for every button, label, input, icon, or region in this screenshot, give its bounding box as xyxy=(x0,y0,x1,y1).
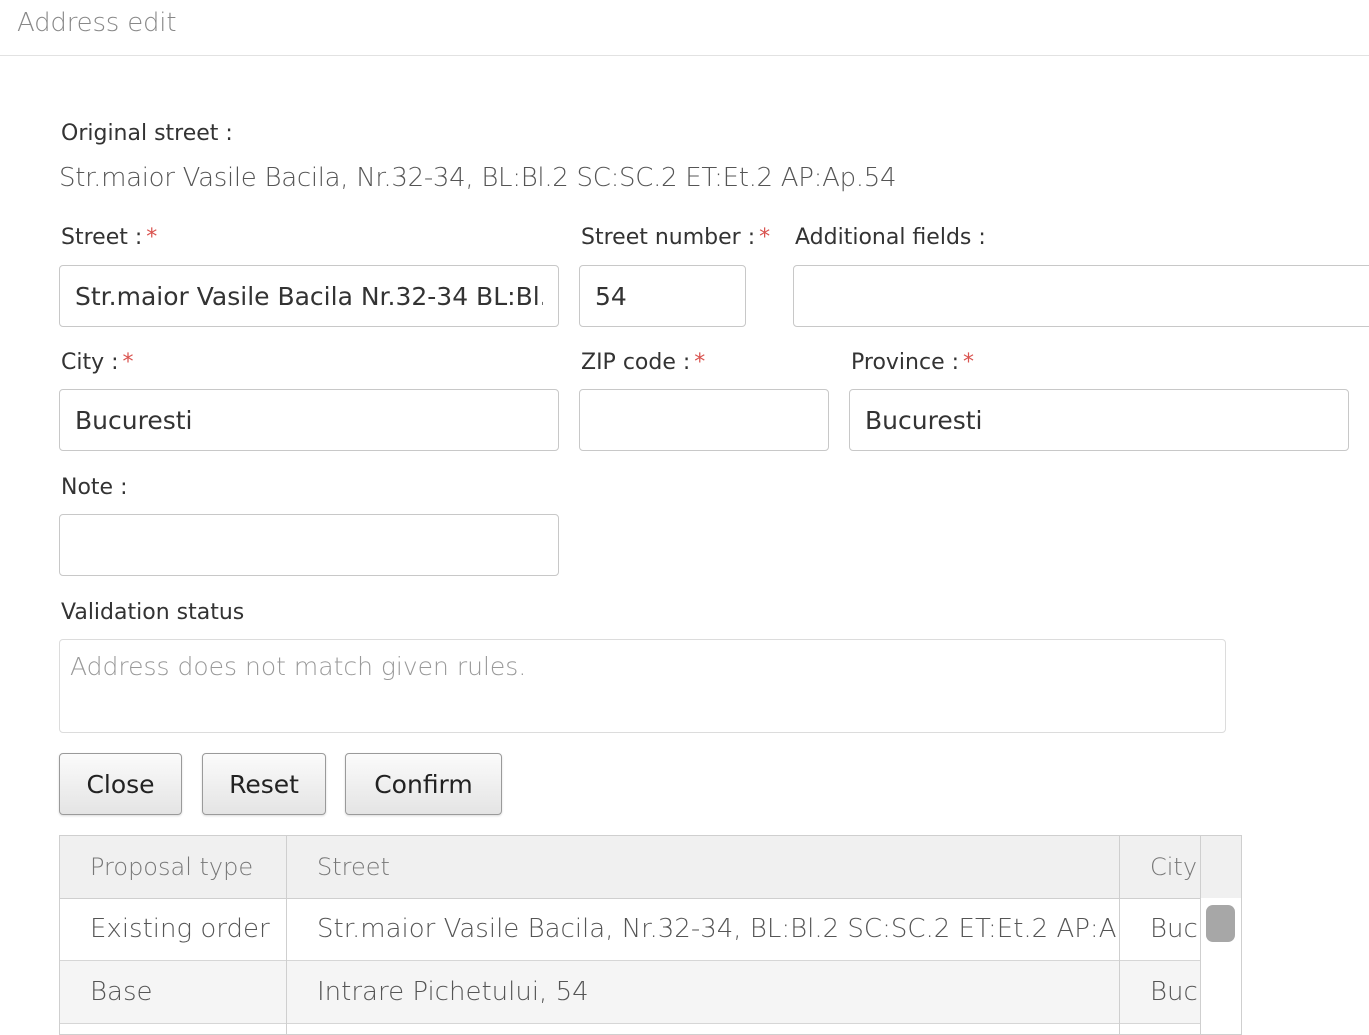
dialog-title: Address edit xyxy=(17,8,177,38)
city-input[interactable] xyxy=(59,389,559,451)
reset-button[interactable]: Reset xyxy=(202,753,326,815)
column-header-street[interactable]: Street xyxy=(287,836,1120,898)
column-header-proposal-type[interactable]: Proposal type xyxy=(60,836,287,898)
original-street-label: Original street : xyxy=(61,121,233,146)
proposals-table: Proposal type Street City Existing order… xyxy=(59,835,1242,1035)
street-number-label: Street number : * xyxy=(581,225,771,250)
scrollbar-thumb[interactable] xyxy=(1206,905,1235,942)
zip-code-input[interactable] xyxy=(579,389,829,451)
additional-fields-input[interactable] xyxy=(793,265,1369,327)
street-input[interactable] xyxy=(59,265,559,327)
table-header: Proposal type Street City xyxy=(60,836,1241,899)
dialog-header: Address edit xyxy=(0,0,1369,56)
province-label: Province : * xyxy=(851,350,975,375)
column-divider xyxy=(1200,836,1201,898)
proposal-type-cell: Existing order xyxy=(90,914,270,944)
table-row[interactable]: Base Intrare Pichetului, 54 Bucuresti xyxy=(60,961,1200,1024)
street-cell: Str.maior Vasile Bacila, Nr.32-34, BL:Bl… xyxy=(317,914,1120,944)
close-button[interactable]: Close xyxy=(59,753,182,815)
required-marker: * xyxy=(146,225,158,250)
table-row[interactable]: Existing order Str.maior Vasile Bacila, … xyxy=(60,898,1200,961)
city-label: City : * xyxy=(61,350,134,375)
validation-status-field: Address does not match given rules. xyxy=(59,639,1226,733)
required-marker: * xyxy=(694,350,706,375)
street-label: Street : * xyxy=(61,225,158,250)
proposal-type-cell: Base xyxy=(90,977,153,1007)
column-divider xyxy=(1119,836,1120,1034)
zip-code-label: ZIP code : * xyxy=(581,350,706,375)
required-marker: * xyxy=(759,225,771,250)
note-input[interactable] xyxy=(59,514,559,576)
vertical-scrollbar[interactable] xyxy=(1200,898,1241,1034)
required-marker: * xyxy=(122,350,134,375)
required-marker: * xyxy=(963,350,975,375)
confirm-button[interactable]: Confirm xyxy=(345,753,502,815)
street-cell: Intrare Pichetului, 54 xyxy=(317,977,589,1007)
city-cell: Bucuresti xyxy=(1150,914,1200,944)
additional-fields-label: Additional fields : xyxy=(795,225,986,250)
province-input[interactable] xyxy=(849,389,1349,451)
note-label: Note : xyxy=(61,475,128,500)
column-divider xyxy=(286,836,287,1034)
city-cell: Bucuresti xyxy=(1150,977,1200,1007)
street-number-input[interactable] xyxy=(579,265,746,327)
validation-status-label: Validation status xyxy=(61,600,245,625)
column-header-city[interactable]: City xyxy=(1120,836,1200,898)
original-street-value: Str.maior Vasile Bacila, Nr.32-34, BL:Bl… xyxy=(59,163,897,193)
